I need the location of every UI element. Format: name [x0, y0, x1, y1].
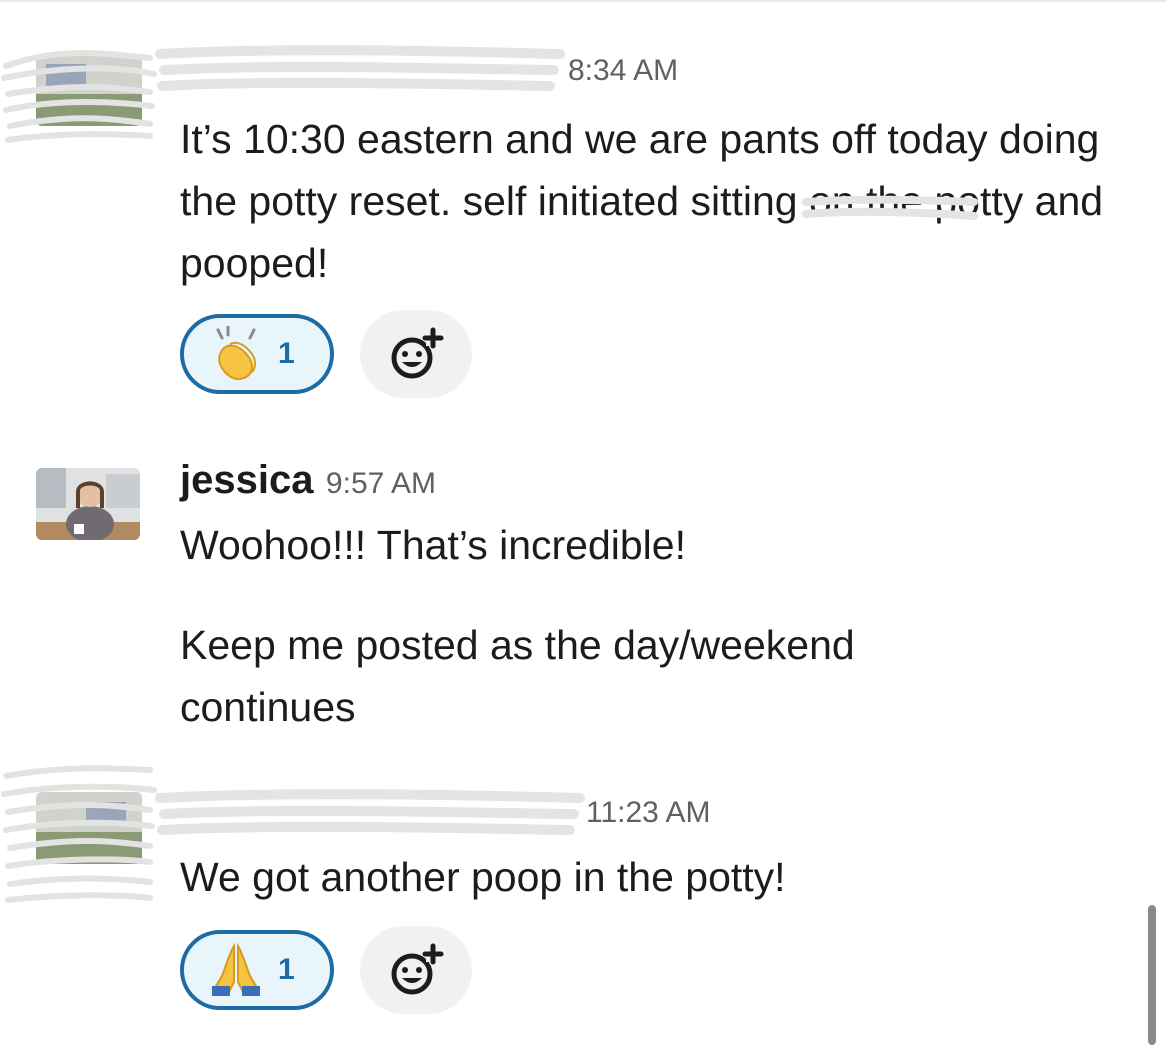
add-reaction-icon: [391, 943, 444, 995]
redaction-scribble: [802, 195, 978, 220]
message-text-line: Keep me posted as the day/weekend contin…: [180, 622, 855, 730]
clapping-hands-icon: [216, 326, 256, 380]
reaction-pill[interactable]: 1: [180, 930, 334, 1010]
redaction-scribble: [155, 789, 585, 835]
scrollbar[interactable]: [1148, 905, 1156, 1045]
message-timestamp[interactable]: 8:34 AM: [568, 54, 678, 88]
add-reaction-icon: [391, 327, 444, 379]
redaction-scribble: [1, 765, 157, 903]
folded-hands-icon: [212, 942, 260, 996]
redaction-scribble: [1, 50, 157, 143]
message-author[interactable]: jessica: [180, 458, 313, 502]
avatar[interactable]: [36, 468, 140, 540]
avatar-image: [36, 468, 140, 540]
redaction-scribble: [155, 45, 565, 91]
message-timestamp[interactable]: 9:57 AM: [326, 467, 436, 500]
reaction-count: 1: [278, 953, 295, 986]
add-reaction-button[interactable]: [360, 926, 472, 1014]
top-divider: [0, 0, 1166, 2]
reaction-pill[interactable]: 1: [180, 314, 334, 394]
add-reaction-button[interactable]: [360, 310, 472, 398]
message-text: We got another poop in the potty!: [180, 854, 786, 900]
reaction-count: 1: [278, 337, 295, 370]
message-text-line: Woohoo!!! That’s incredible!: [180, 522, 686, 568]
message-timestamp[interactable]: 11:23 AM: [586, 796, 711, 830]
